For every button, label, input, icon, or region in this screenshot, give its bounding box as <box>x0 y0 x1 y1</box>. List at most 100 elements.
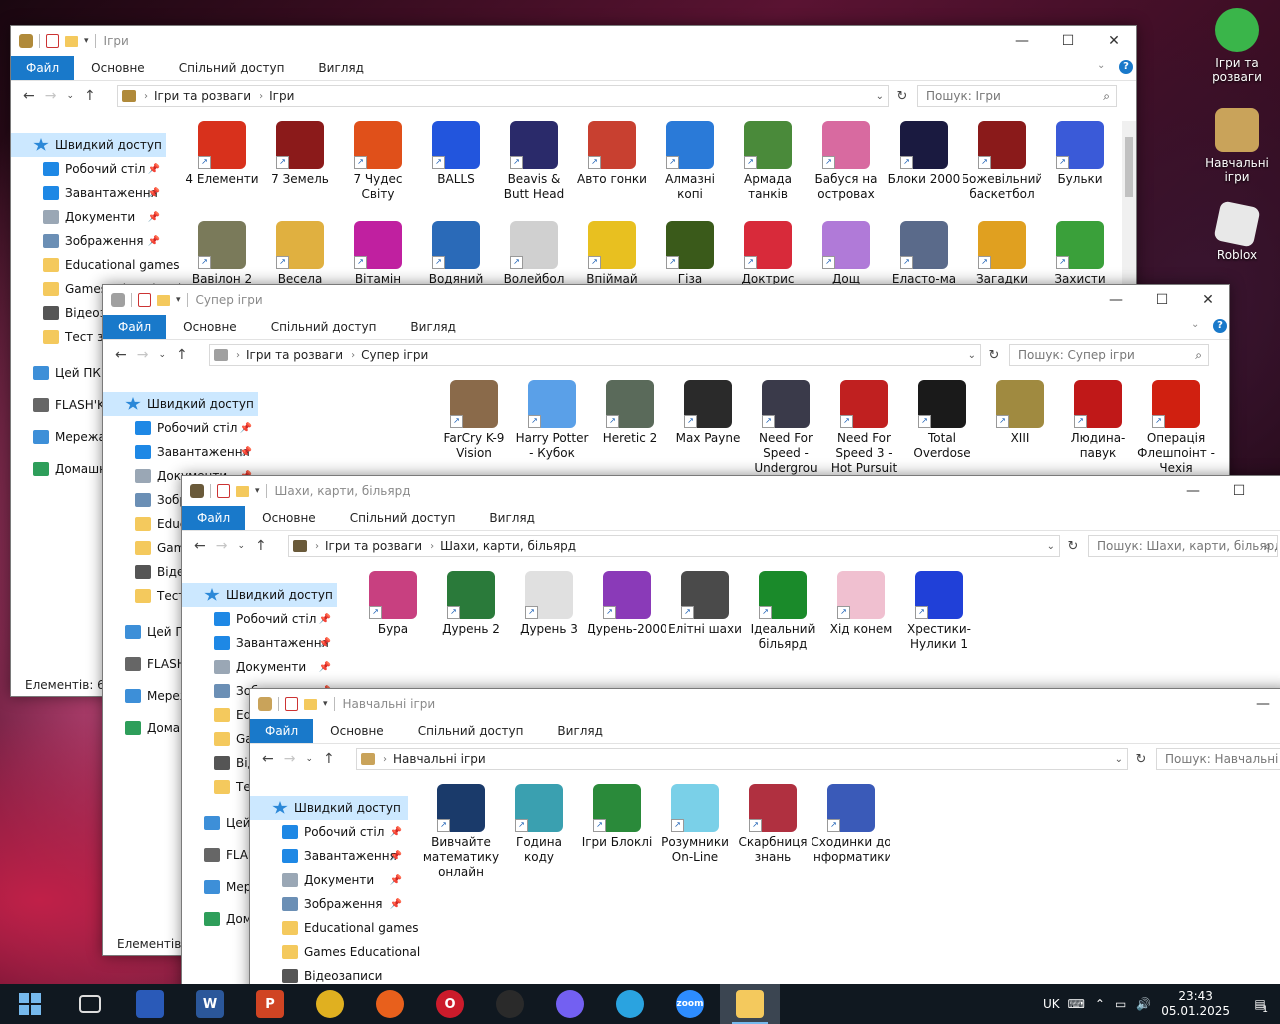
pin-icon[interactable]: 📌 <box>319 614 331 625</box>
scrollbar-thumb[interactable] <box>1125 137 1133 197</box>
pin-icon[interactable]: 📌 <box>148 212 160 223</box>
chevron-down-icon[interactable]: ▾ <box>84 36 89 46</box>
maximize-button[interactable]: ☐ <box>1139 285 1185 315</box>
task-view-button[interactable] <box>60 984 120 1024</box>
file-item[interactable]: ↗ Ігри Блоклі <box>578 784 656 884</box>
title-bar[interactable]: ▾ Шахи, карти, більярд <box>182 476 1280 506</box>
pin-icon[interactable]: 📌 <box>390 875 402 886</box>
file-item[interactable]: ↗ Армада танків <box>729 121 807 221</box>
file-item[interactable]: ↗ Божевільний баскетбол <box>963 121 1041 221</box>
recent-chevron-icon[interactable]: ⌄ <box>237 541 245 551</box>
start-button[interactable] <box>0 984 60 1024</box>
refresh-button[interactable]: ↻ <box>1130 748 1152 770</box>
app-explorer[interactable] <box>720 984 780 1024</box>
back-arrow-icon[interactable]: ← <box>115 347 127 363</box>
pin-icon[interactable]: 📌 <box>148 188 160 199</box>
app-chrome[interactable] <box>300 984 360 1024</box>
up-arrow-icon[interactable]: ↑ <box>84 88 96 104</box>
nav-item[interactable]: Зображення 📌 <box>250 892 408 916</box>
back-arrow-icon[interactable]: ← <box>262 751 274 767</box>
pin-icon[interactable]: 📌 <box>148 164 160 175</box>
properties-icon[interactable] <box>46 34 59 48</box>
new-folder-icon[interactable] <box>65 35 78 47</box>
file-item[interactable]: ↗ Скарбниця знань <box>734 784 812 884</box>
file-item[interactable]: ↗ Сходинки до інформатики <box>812 784 890 884</box>
minimize-button[interactable]: — <box>999 26 1045 56</box>
breadcrumb-item[interactable]: Шахи, карти, більярд <box>440 539 576 553</box>
clock[interactable]: 23:43 05.01.2025 <box>1161 989 1230 1019</box>
address-dropdown-icon[interactable]: ⌄ <box>968 350 976 361</box>
help-icon[interactable]: ? <box>1213 319 1227 333</box>
refresh-button[interactable]: ↻ <box>983 344 1005 366</box>
recent-chevron-icon[interactable]: ⌄ <box>158 350 166 360</box>
pin-icon[interactable]: 📌 <box>240 423 252 434</box>
window-app-icon[interactable] <box>111 293 125 307</box>
file-item[interactable]: ↗ Beavis & Butt Head <box>495 121 573 221</box>
file-item[interactable]: ↗ Бура <box>354 571 432 671</box>
breadcrumb-item[interactable]: Ігри та розваги <box>246 348 343 362</box>
help-icon[interactable]: ? <box>1119 60 1133 74</box>
nav-item[interactable]: Зображення 📌 <box>11 229 166 253</box>
nav-item[interactable]: Робочий стіл 📌 <box>182 607 337 631</box>
pin-icon[interactable]: 📌 <box>390 899 402 910</box>
file-item[interactable]: ↗ Розумники On-Line <box>656 784 734 884</box>
tab-home[interactable]: Основне <box>166 315 254 339</box>
window-app-icon[interactable] <box>190 484 204 498</box>
forward-arrow-icon[interactable]: → <box>137 347 149 363</box>
recent-chevron-icon[interactable]: ⌄ <box>66 91 74 101</box>
nav-item[interactable]: Робочий стіл 📌 <box>250 820 408 844</box>
app-opera[interactable]: O <box>420 984 480 1024</box>
up-arrow-icon[interactable]: ↑ <box>255 538 267 554</box>
notifications-icon[interactable]: ▤ 1 <box>1240 997 1280 1015</box>
file-item[interactable]: ↗ 7 Земель <box>261 121 339 221</box>
file-item[interactable]: ↗ Блоки 2000 <box>885 121 963 221</box>
desktop-icon-0[interactable]: Ігри та розваги <box>1202 8 1272 84</box>
search-icon[interactable]: ⌕ <box>1195 345 1202 365</box>
file-item[interactable]: ↗ Вивчайте математику онлайн <box>422 784 500 884</box>
file-item[interactable]: ↗ Need For Speed 3 - Hot Pursuit <box>825 380 903 480</box>
app-viber[interactable] <box>540 984 600 1024</box>
breadcrumb-item[interactable]: Супер ігри <box>361 348 428 362</box>
nav-item[interactable]: Швидкий доступ <box>182 583 337 607</box>
file-item[interactable]: ↗ Елітні шахи <box>666 571 744 671</box>
address-box[interactable]: › Ігри та розваги › Ігри ⌄ <box>117 85 889 107</box>
app-zoom[interactable]: zoom <box>660 984 720 1024</box>
tab-file[interactable]: Файл <box>11 56 75 80</box>
title-bar[interactable]: ▾ Ігри <box>11 26 1136 56</box>
pin-icon[interactable]: 📌 <box>148 236 160 247</box>
refresh-button[interactable]: ↻ <box>1062 535 1084 557</box>
file-item[interactable]: ↗ Бульки <box>1041 121 1119 221</box>
nav-item[interactable]: Робочий стіл 📌 <box>11 157 166 181</box>
chevron-down-icon[interactable]: ▾ <box>255 486 260 496</box>
file-item[interactable]: ↗ Heretic 2 <box>591 380 669 480</box>
nav-item[interactable]: Документи 📌 <box>182 655 337 679</box>
minimize-button[interactable]: — <box>1093 285 1139 315</box>
file-item[interactable]: ↗ Total Overdose <box>903 380 981 480</box>
tab-view[interactable]: Вигляд <box>301 56 381 80</box>
file-item[interactable]: ↗ Дурень 2 <box>432 571 510 671</box>
forward-arrow-icon[interactable]: → <box>45 88 57 104</box>
forward-arrow-icon[interactable]: → <box>216 538 228 554</box>
app-archive[interactable] <box>120 984 180 1024</box>
chevron-down-icon[interactable]: ▾ <box>176 295 181 305</box>
app-firefox[interactable] <box>360 984 420 1024</box>
address-box[interactable]: › Навчальні ігри ⌄ <box>356 748 1128 770</box>
tab-view[interactable]: Вигляд <box>472 506 552 530</box>
tab-view[interactable]: Вигляд <box>393 315 473 339</box>
title-bar[interactable]: ▾ Навчальні ігри <box>250 689 1280 719</box>
properties-icon[interactable] <box>217 484 230 498</box>
maximize-button[interactable]: ☐ <box>1216 476 1262 506</box>
search-input[interactable]: Пошук: Супер ігри ⌕ <box>1009 344 1209 366</box>
search-icon[interactable]: ⌕ <box>1264 536 1271 556</box>
file-item[interactable]: ↗ Дурень-2000 <box>588 571 666 671</box>
file-item[interactable]: ↗ 4 Елементи <box>183 121 261 221</box>
pin-icon[interactable]: 📌 <box>319 662 331 673</box>
refresh-button[interactable]: ↻ <box>891 85 913 107</box>
nav-item[interactable]: Завантаження 📌 <box>103 440 258 464</box>
tab-home[interactable]: Основне <box>245 506 333 530</box>
file-item[interactable]: ↗ Дурень 3 <box>510 571 588 671</box>
file-item[interactable]: ↗ Операція Флешпоінт - Чехія <box>1137 380 1215 480</box>
file-item[interactable]: ↗ Алмазні копі <box>651 121 729 221</box>
file-item[interactable]: ↗ Хід конем <box>822 571 900 671</box>
file-item[interactable]: ↗ Хрестики-Нулики 1 <box>900 571 978 671</box>
